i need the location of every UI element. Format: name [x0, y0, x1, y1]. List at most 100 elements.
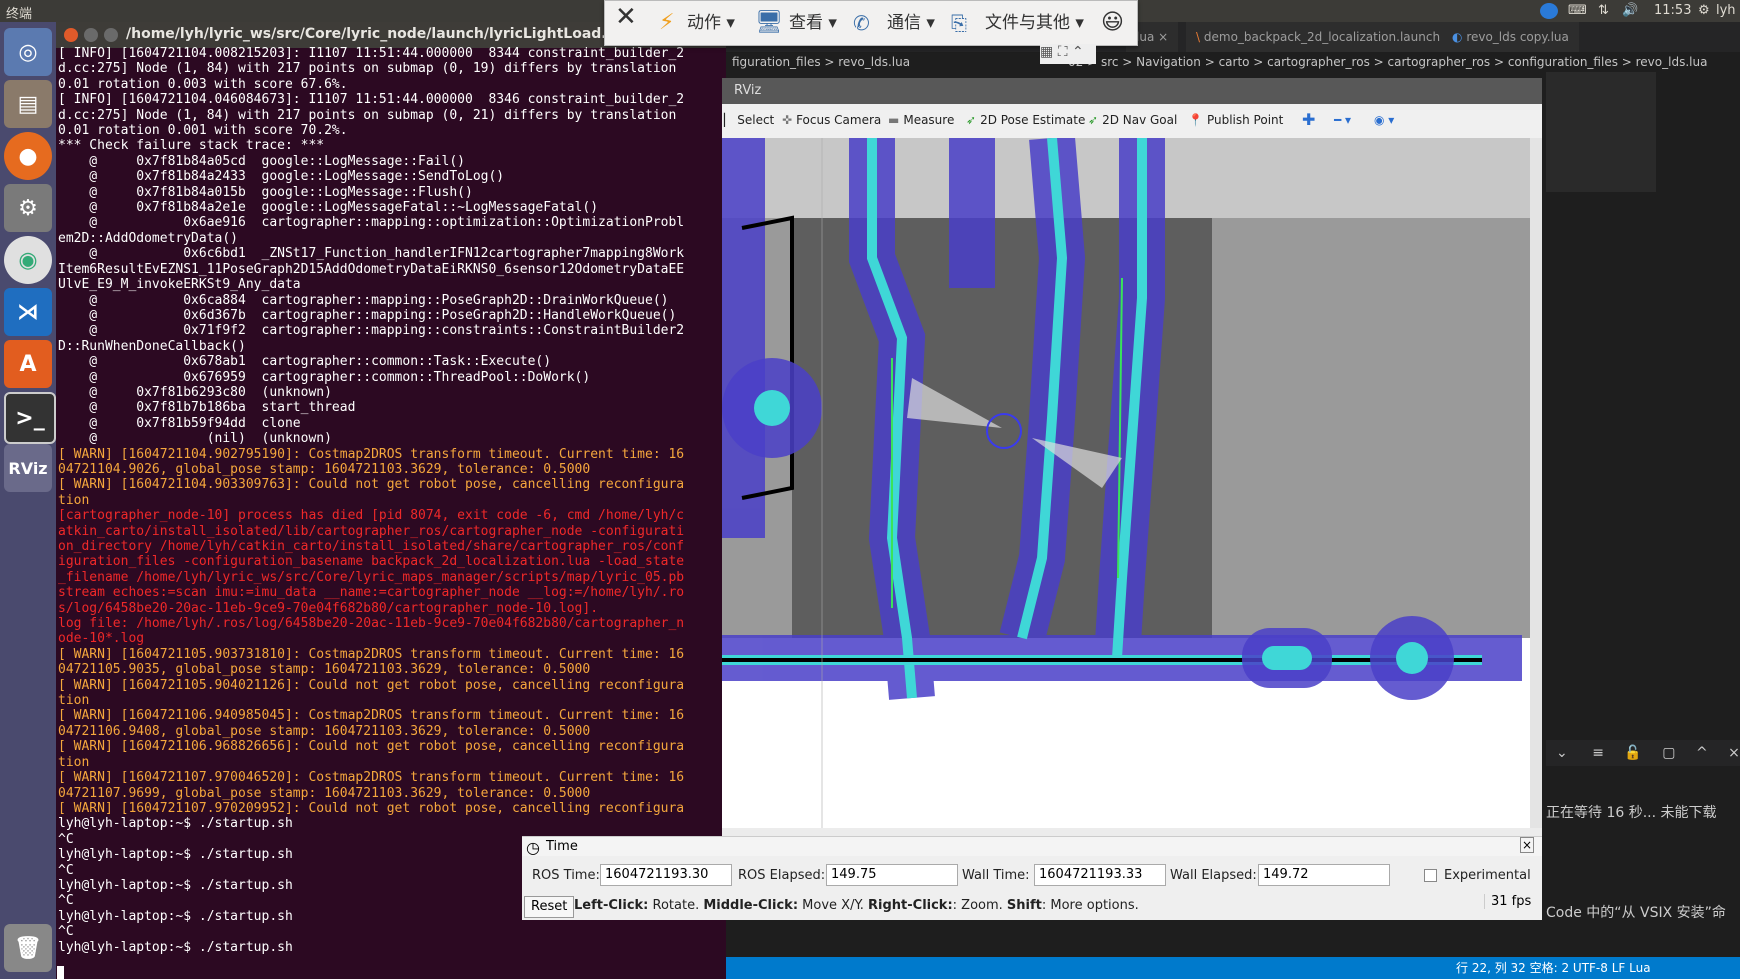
ros-elapsed-field[interactable]: 149.75 — [826, 864, 958, 886]
rviz-icon[interactable]: RViz — [4, 444, 52, 492]
menu-action[interactable]: 动作 ▾ — [687, 11, 735, 35]
terminal-line: s/log/6458be20-20ac-11eb-9ce9-70e04f682b… — [58, 600, 599, 616]
measure-tool[interactable]: ▬ Measure — [888, 113, 954, 127]
view-scrollbar[interactable] — [1530, 138, 1542, 828]
terminal-line: [ WARN] [1604721106.968826656]: Could no… — [58, 739, 685, 755]
ruler-icon: ▬ — [888, 113, 900, 127]
green-arrow-icon: ➶ — [1088, 113, 1099, 127]
tab-demo-launch[interactable]: \ demo_backpack_2d_localization.launch — [1186, 22, 1451, 52]
minus-icon[interactable]: ━ ▾ — [1334, 113, 1351, 127]
panel-toolbar: ⌄ ≡ 🔓 ▢ ^ × — [1546, 740, 1740, 766]
experimental-label: Experimental — [1444, 868, 1531, 883]
experimental-checkbox[interactable] — [1424, 869, 1437, 882]
ros-time-field[interactable]: 1604721193.30 — [600, 864, 732, 886]
smiley-icon[interactable]: 😃 — [1101, 11, 1124, 35]
network-icon[interactable]: ⇅ — [1598, 3, 1609, 18]
time-panel-header: ◷ Time × — [522, 836, 1542, 857]
breadcrumb: figuration_files > revo_lds.lua 02 > src… — [726, 52, 1740, 72]
terminal-line: ode-10*.log — [58, 631, 145, 647]
close-icon[interactable]: × — [1520, 837, 1534, 853]
input-method-icon[interactable] — [1540, 3, 1558, 19]
rviz-titlebar: RViz — [722, 78, 1542, 104]
menu-comm[interactable]: 通信 ▾ — [887, 11, 935, 35]
wall-elapsed-label: Wall Elapsed: — [1170, 868, 1257, 883]
software-center-icon[interactable]: A — [4, 340, 52, 388]
select-tool[interactable]: ▏ Select — [724, 113, 774, 127]
vscode-icon[interactable]: ⋊ — [4, 288, 52, 336]
crosshair-icon: ✜ — [782, 113, 793, 127]
focus-camera-tool[interactable]: ✜ Focus Camera — [782, 113, 881, 127]
menu-view[interactable]: 查看 ▾ — [789, 11, 837, 35]
clear-icon[interactable]: ≡ — [1592, 745, 1604, 761]
rviz-window: RViz ▏ Select ✜ Focus Camera ▬ Measure ➶ 2D … — [722, 78, 1542, 920]
terminal-line: 04721105.9035, global_pose stamp: 160472… — [58, 662, 591, 678]
reset-button[interactable]: Reset — [524, 896, 575, 918]
terminal-line: lyh@lyh-laptop:~$ ./startup.sh — [58, 816, 293, 832]
close-icon[interactable] — [64, 28, 78, 42]
terminal-line: d.cc:275] Node (1, 84) with 217 points o… — [58, 107, 677, 123]
lua-file-icon: ◐ — [1452, 30, 1463, 44]
pose-estimate-tool[interactable]: ➶ 2D Pose Estimate — [966, 113, 1085, 127]
terminal-line: [ WARN] [1604721107.970046520]: Costmap2… — [58, 770, 685, 786]
close-icon[interactable]: × — [1728, 745, 1740, 761]
wall-time-field[interactable]: 1604721193.33 — [1034, 864, 1166, 886]
terminal-line: iguration_files -configuration_basename … — [58, 554, 685, 570]
firefox-icon[interactable]: ● — [4, 132, 52, 180]
rviz-toolbar: ▏ Select ✜ Focus Camera ▬ Measure ➶ 2D Pose … — [722, 104, 1542, 139]
terminal-line: *** Check failure stack trace: *** — [58, 138, 325, 154]
rviz-3d-view[interactable] — [722, 138, 1530, 828]
lock-icon[interactable]: 🔓 — [1624, 745, 1641, 761]
chevron-up-icon[interactable]: ⌃ — [1072, 44, 1084, 60]
publish-point-tool[interactable]: 📍 Publish Point — [1188, 113, 1283, 127]
ros-elapsed-label: ROS Elapsed: — [738, 868, 826, 883]
files-icon[interactable]: ▤ — [4, 80, 52, 128]
terminal-icon[interactable]: >_ — [4, 392, 56, 444]
breadcrumb-left[interactable]: figuration_files > revo_lds.lua — [732, 52, 910, 72]
dash-home-icon[interactable]: ◎ — [4, 28, 52, 76]
terminal-line: @ 0x676959 cartographer::common::ThreadP… — [58, 369, 591, 385]
keyboard-icon[interactable]: ⌨ — [1568, 3, 1587, 18]
minimize-icon[interactable] — [84, 28, 98, 42]
output-text: 正在等待 16 秒... 未能下载 — [1546, 805, 1717, 821]
terminal-line: log file: /home/lyh/.ros/log/6458be20-20… — [58, 616, 685, 632]
terminal-line: @ 0x71f9f2 cartographer::mapping::constr… — [58, 323, 685, 339]
terminal-line: [cartographer_node-10] process has died … — [58, 508, 685, 524]
grid-icon[interactable]: ▦ — [1040, 44, 1053, 60]
eye-icon[interactable]: ◉ ▾ — [1374, 113, 1394, 127]
menu-mini-toolbar: ▦ ⛶ ⌃ — [1040, 44, 1096, 64]
tab-revo-copy[interactable]: ◐ revo_lds copy.lua — [1442, 22, 1579, 52]
fullscreen-icon[interactable]: ⛶ — [1058, 44, 1068, 60]
rss-icon: \ — [1196, 30, 1201, 44]
system-settings-icon[interactable]: ⚙ — [4, 184, 52, 232]
minimap[interactable] — [1546, 72, 1656, 192]
clock[interactable]: 11:53 — [1654, 3, 1691, 18]
terminal-line: @ 0x7f81b84a05cd google::LogMessage::Fai… — [58, 153, 465, 169]
terminal-line: [ WARN] [1604721107.970209952]: Could no… — [58, 800, 685, 816]
chrome-icon[interactable]: ◉ — [4, 236, 52, 284]
menu-files[interactable]: 文件与其他 ▾ — [985, 11, 1084, 35]
status-bar-info[interactable]: 行 22, 列 32 空格: 2 UTF-8 LF Lua — [1456, 957, 1651, 979]
terminal-line: tion — [58, 492, 90, 508]
breadcrumb-right[interactable]: 02 > src > Navigation > carto > cartogra… — [1068, 52, 1707, 72]
close-icon[interactable]: ✕ — [615, 4, 637, 30]
launcher: ◎ ▤ ● ⚙ ◉ ⋊ A >_ RViz 🗑 — [0, 22, 56, 979]
terminal-line: lyh@lyh-laptop:~$ ./startup.sh — [58, 939, 293, 955]
plus-icon[interactable]: ✚ — [1302, 110, 1315, 129]
terminal-line: [ INFO] [1604721104.046084673]: I1107 11… — [58, 92, 685, 108]
terminal-line: @ 0x7f81b7b186ba start_thread — [58, 400, 356, 416]
settings-gear-icon[interactable]: ⚙ — [1698, 3, 1710, 18]
nav-goal-tool[interactable]: ➶ 2D Nav Goal — [1088, 113, 1177, 127]
trash-icon[interactable]: 🗑 — [4, 924, 52, 972]
maximize-icon[interactable] — [104, 28, 118, 42]
terminal-line: @ 0x678ab1 cartographer::common::Task::E… — [58, 354, 552, 370]
terminal-line: 04721104.9026, global_pose stamp: 160472… — [58, 461, 591, 477]
terminal-line: em2D::AddOdometryData() — [58, 230, 239, 246]
user-name[interactable]: lyh — [1716, 3, 1736, 18]
terminal-line: atkin_carto/install_isolated/lib/cartogr… — [58, 523, 685, 539]
volume-icon[interactable]: 🔊 — [1622, 3, 1638, 18]
maximize-icon[interactable]: ▢ — [1662, 745, 1675, 761]
wall-elapsed-field[interactable]: 149.72 — [1258, 864, 1390, 886]
chevron-up-icon[interactable]: ^ — [1696, 745, 1708, 761]
chevron-down-icon[interactable]: ⌄ — [1556, 745, 1568, 761]
terminal-line: d.cc:275] Node (1, 84) with 217 points o… — [58, 61, 677, 77]
